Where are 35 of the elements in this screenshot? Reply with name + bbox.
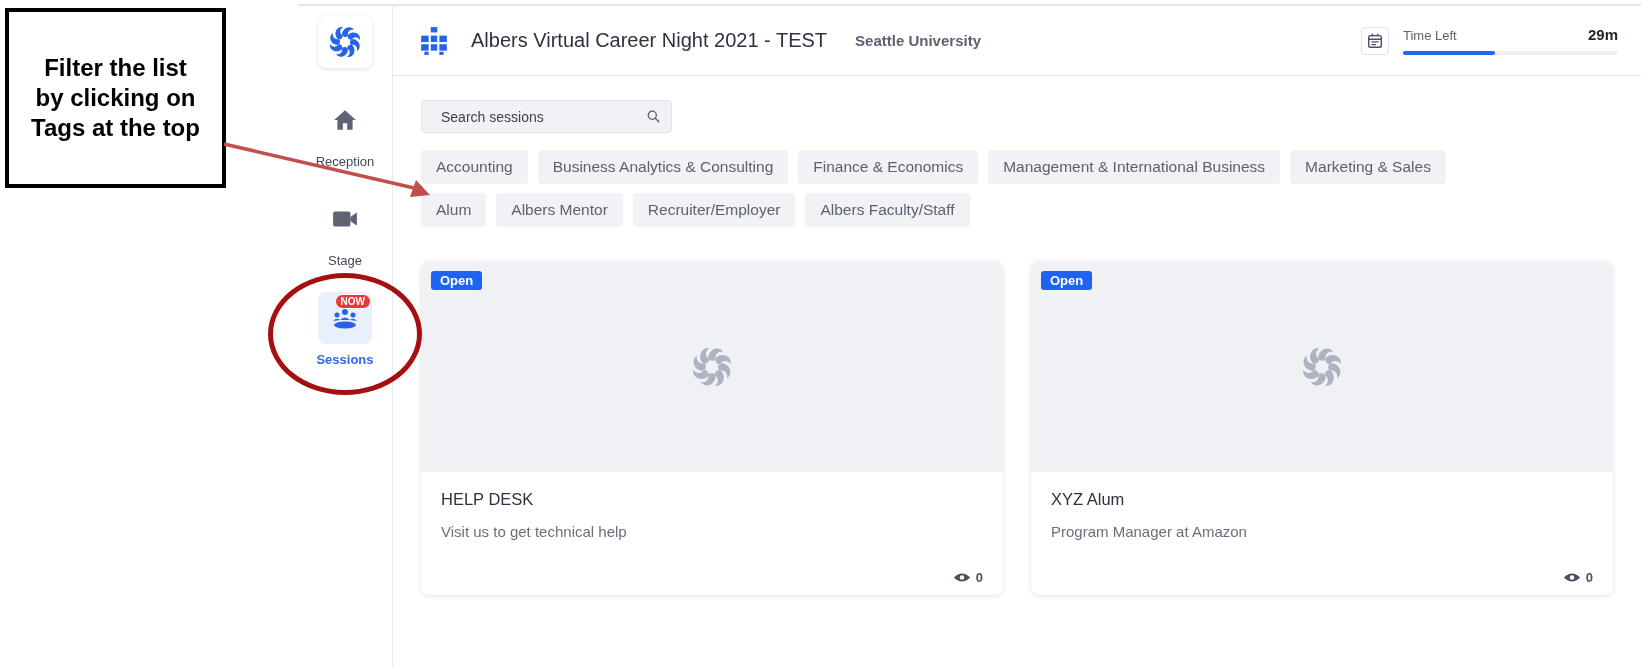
session-title: HELP DESK (441, 490, 535, 509)
status-badge: Open (1041, 271, 1093, 290)
nav-label[interactable]: Reception (315, 154, 375, 169)
time-left-label: Time Left (1403, 28, 1457, 43)
view-count: 0 (975, 570, 983, 585)
tag-chip[interactable]: Alum (421, 193, 487, 227)
view-count: 0 (1585, 570, 1593, 585)
tag-chip[interactable]: Marketing & Sales (1290, 150, 1446, 184)
tag-chip[interactable]: Albers Faculty/Staff (805, 193, 970, 227)
search-icon (647, 110, 660, 123)
eye-icon (952, 572, 971, 583)
calendar-icon[interactable] (1361, 26, 1389, 55)
now-badge: NOW (334, 294, 371, 309)
nav-label[interactable]: Sessions (316, 352, 374, 367)
nav-tile[interactable]: NOW (318, 292, 372, 344)
tag-chip[interactable]: Recruiter/Employer (632, 193, 796, 227)
nav-label[interactable]: Stage (328, 253, 362, 268)
event-logo-icon (419, 25, 449, 56)
organizer-name: Seattle University (855, 32, 981, 49)
tag-chip[interactable]: Management & International Business (988, 150, 1281, 184)
tag-chip[interactable]: Albers Mentor (496, 193, 623, 227)
session-description: Program Manager at Amazon (1051, 523, 1248, 540)
session-card[interactable]: Open XYZ Alum Program Manager at Amazon 0 (1031, 261, 1613, 595)
status-badge: Open (431, 271, 483, 290)
tag-chip[interactable]: Accounting (421, 150, 528, 184)
session-title: XYZ Alum (1051, 490, 1126, 509)
eye-icon (1562, 572, 1581, 583)
tag-chip[interactable]: Business Analytics & Consulting (537, 150, 789, 184)
session-card[interactable]: Open HELP DESK Visit us to get technical help 0 (421, 261, 1003, 595)
search-field[interactable]: Search sessions (421, 100, 672, 133)
event-title: Albers Virtual Career Night 2021 - TEST (471, 29, 828, 52)
time-left-value: 29m (1587, 26, 1618, 43)
session-description: Visit us to get technical help (441, 523, 628, 540)
callout-text: Filter the list by clicking on Tags at the top (30, 53, 201, 143)
tag-chip[interactable]: Finance & Economics (798, 150, 979, 184)
